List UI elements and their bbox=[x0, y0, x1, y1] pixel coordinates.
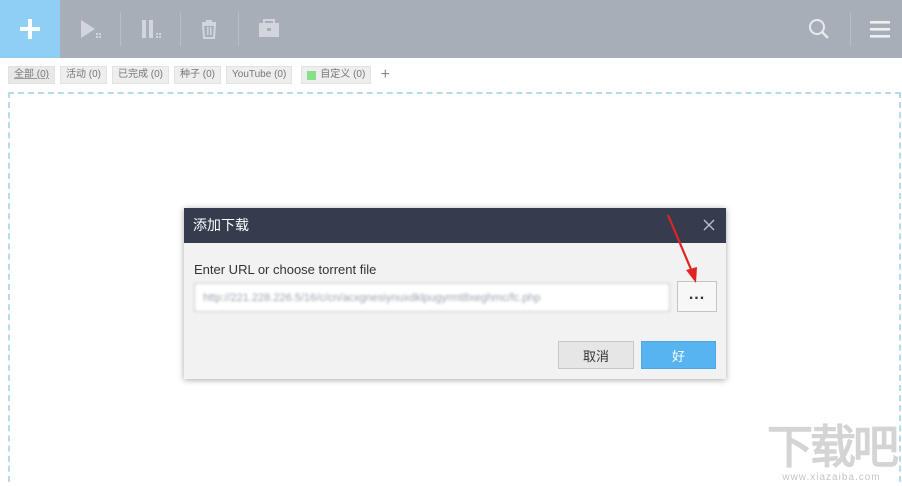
tab-active[interactable]: 活动 (0) bbox=[60, 66, 107, 84]
plus-icon bbox=[20, 19, 40, 39]
tab-custom[interactable]: 自定义 (0) bbox=[301, 66, 372, 84]
close-icon[interactable] bbox=[702, 218, 716, 232]
ok-button[interactable]: 好 bbox=[641, 341, 716, 369]
toolbar-divider bbox=[120, 12, 121, 46]
start-all-button[interactable] bbox=[62, 0, 120, 58]
search-button[interactable] bbox=[790, 0, 848, 58]
tab-label: 活动 (0) bbox=[66, 69, 101, 80]
tab-label: 已完成 (0) bbox=[118, 69, 163, 80]
folder-icon bbox=[259, 19, 279, 37]
dialog-title: 添加下载 bbox=[193, 217, 249, 233]
toolbar-divider bbox=[238, 12, 239, 46]
tab-label: 种子 (0) bbox=[180, 69, 215, 80]
tab-label: YouTube (0) bbox=[232, 69, 287, 80]
dialog-header: 添加下载 bbox=[184, 208, 726, 243]
play-all-icon bbox=[81, 20, 101, 38]
url-prompt-label: Enter URL or choose torrent file bbox=[194, 262, 377, 277]
color-dot bbox=[307, 70, 317, 80]
search-icon bbox=[809, 19, 829, 39]
add-download-dialog: 添加下载 Enter URL or choose torrent file ..… bbox=[184, 208, 726, 379]
tab-all[interactable]: 全部 (0) bbox=[8, 66, 55, 84]
delete-icon bbox=[201, 20, 217, 39]
annotation-arrow-icon bbox=[666, 214, 697, 283]
filter-tabs: 全部 (0) 活动 (0) 已完成 (0) 种子 (0) YouTube (0)… bbox=[8, 66, 394, 84]
watermark-logo: 下载吧 www.xiazaiba.com bbox=[767, 420, 899, 483]
url-input[interactable] bbox=[194, 283, 670, 312]
pause-all-button[interactable] bbox=[122, 0, 180, 58]
watermark-site: www.xiazaiba.com bbox=[782, 472, 881, 483]
menu-button[interactable] bbox=[851, 0, 902, 58]
tab-completed[interactable]: 已完成 (0) bbox=[112, 66, 169, 84]
app-window: 全部 (0) 活动 (0) 已完成 (0) 种子 (0) YouTube (0)… bbox=[0, 0, 902, 486]
pause-all-icon bbox=[142, 20, 161, 38]
watermark-logo-text: 下载吧 bbox=[767, 420, 899, 474]
menu-icon bbox=[870, 21, 890, 38]
tab-label: 全部 (0) bbox=[14, 69, 49, 80]
tab-torrents[interactable]: 种子 (0) bbox=[174, 66, 221, 84]
open-folder-button[interactable] bbox=[240, 0, 298, 58]
add-download-button[interactable] bbox=[0, 0, 60, 58]
tab-youtube[interactable]: YouTube (0) bbox=[226, 66, 293, 84]
toolbar bbox=[0, 0, 902, 58]
add-tab-button[interactable]: + bbox=[376, 66, 394, 84]
tab-label: 自定义 (0) bbox=[320, 69, 366, 80]
delete-button[interactable] bbox=[180, 0, 238, 58]
cancel-button[interactable]: 取消 bbox=[558, 341, 634, 369]
